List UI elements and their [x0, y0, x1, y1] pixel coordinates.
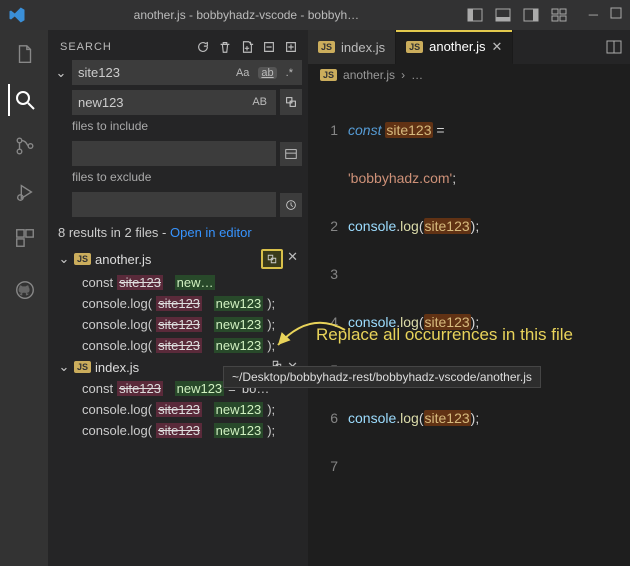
replace-query-text: new123	[78, 95, 124, 110]
open-files-only-icon[interactable]	[280, 142, 302, 166]
replace-file-button[interactable]	[261, 249, 283, 269]
file-name: index.js	[95, 360, 139, 375]
chevron-down-icon: ⌄	[58, 359, 70, 375]
files-include-label: files to include	[54, 115, 302, 135]
clear-icon[interactable]	[218, 40, 232, 54]
file-name: another.js	[95, 252, 151, 267]
replace-input[interactable]: new123 AB	[72, 90, 276, 115]
search-icon[interactable]	[8, 84, 40, 116]
result-line[interactable]: console.log(site123 new123);	[54, 399, 302, 420]
files-exclude-input[interactable]	[72, 192, 276, 217]
result-line[interactable]: console.log(site123 new123);	[54, 293, 302, 314]
open-in-editor-link[interactable]: Open in editor	[170, 225, 252, 240]
search-panel-title: SEARCH	[60, 41, 112, 53]
github-icon[interactable]	[8, 274, 40, 306]
refresh-icon[interactable]	[196, 40, 210, 54]
source-control-icon[interactable]	[8, 130, 40, 162]
js-file-icon: JS	[74, 253, 91, 265]
js-file-icon: JS	[320, 69, 337, 81]
new-file-icon[interactable]	[240, 40, 254, 54]
breadcrumb-rest: …	[411, 68, 423, 82]
extensions-icon[interactable]	[8, 222, 40, 254]
tab-label: another.js	[429, 39, 485, 54]
search-input[interactable]: site123 Aa ab .*	[72, 60, 302, 85]
breadcrumb[interactable]: JS another.js › …	[308, 64, 630, 86]
replace-all-button[interactable]	[280, 89, 302, 115]
files-include-input[interactable]	[72, 141, 276, 166]
debug-icon[interactable]	[8, 176, 40, 208]
annotation-label: Replace all occurrences in this file	[316, 325, 573, 345]
js-file-icon: JS	[74, 361, 91, 373]
dismiss-file-icon[interactable]: ✕	[287, 249, 298, 269]
regex-toggle[interactable]: .*	[283, 67, 296, 79]
use-ignore-icon[interactable]	[280, 193, 302, 217]
layout-icon-1[interactable]	[467, 7, 483, 23]
path-tooltip: ~/Desktop/bobbyhadz-rest/bobbyhadz-vscod…	[223, 366, 541, 388]
layout-icon-4[interactable]	[551, 7, 567, 23]
match-case-toggle[interactable]: Aa	[233, 67, 252, 79]
layout-icon-2[interactable]	[495, 7, 511, 23]
window-title: another.js - bobbyhadz-vscode - bobbyh…	[26, 8, 467, 22]
result-line[interactable]: console.log(site123 new123);	[54, 335, 302, 356]
result-line[interactable]: console.log(site123 new123);	[54, 420, 302, 441]
breadcrumb-file: another.js	[343, 68, 395, 82]
result-line[interactable]: const site123 new…	[54, 272, 302, 293]
editor-content[interactable]: 1const site123 = 'bobbyhadz.com'; 2conso…	[308, 86, 630, 506]
tab-another[interactable]: JS another.js ✕	[396, 30, 513, 64]
chevron-right-icon: ›	[401, 68, 405, 82]
close-tab-icon[interactable]: ✕	[491, 39, 502, 55]
layout-icon-3[interactable]	[523, 7, 539, 23]
tab-label: index.js	[341, 40, 385, 55]
vscode-logo-icon	[8, 6, 26, 24]
results-summary: 8 results in 2 files - Open in editor	[54, 217, 302, 246]
tab-index[interactable]: JS index.js	[308, 30, 396, 64]
minimize-icon[interactable]: ─	[589, 7, 598, 23]
search-query-text: site123	[78, 65, 120, 80]
js-file-icon: JS	[406, 41, 423, 53]
expand-icon[interactable]	[284, 40, 298, 54]
match-word-toggle[interactable]: ab	[258, 67, 276, 79]
explorer-icon[interactable]	[8, 38, 40, 70]
toggle-replace-icon[interactable]: ⌄	[54, 65, 68, 81]
chevron-down-icon: ⌄	[58, 251, 70, 267]
split-editor-icon[interactable]	[606, 39, 622, 55]
maximize-icon[interactable]	[610, 7, 622, 23]
collapse-icon[interactable]	[262, 40, 276, 54]
result-file-another[interactable]: ⌄ JS another.js ✕	[54, 246, 302, 272]
js-file-icon: JS	[318, 41, 335, 53]
result-line[interactable]: console.log(site123 new123);	[54, 314, 302, 335]
files-exclude-label: files to exclude	[54, 166, 302, 186]
preserve-case-toggle[interactable]: AB	[249, 96, 270, 108]
